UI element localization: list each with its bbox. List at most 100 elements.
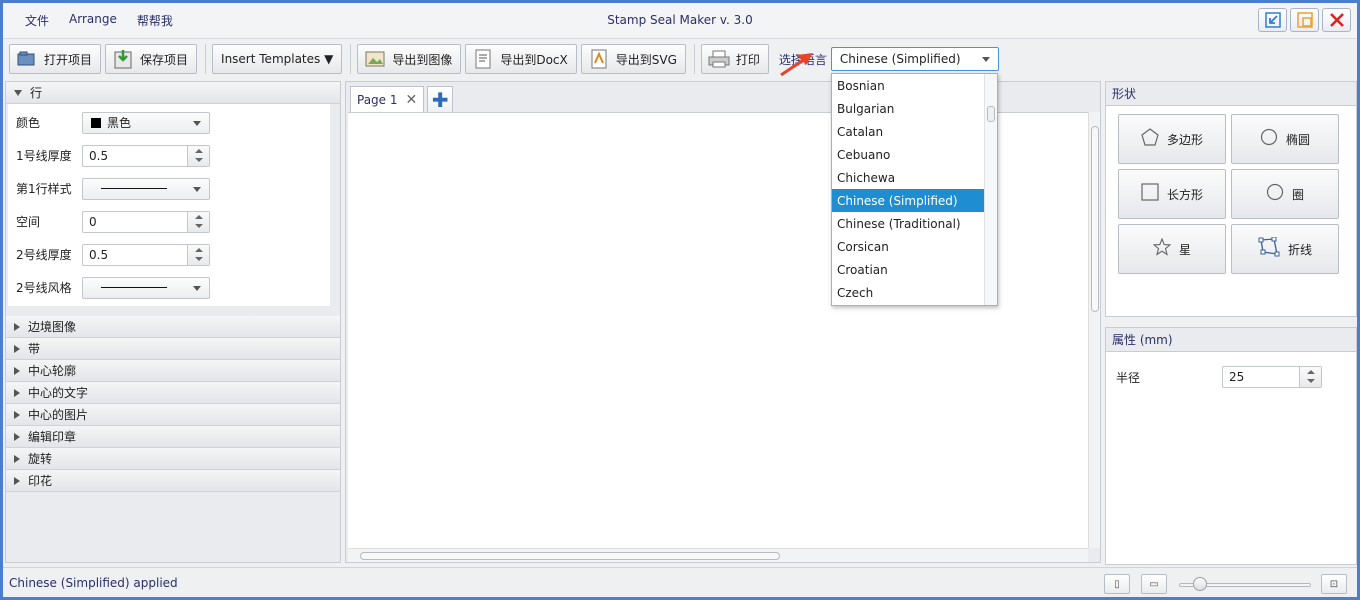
chevron-down-icon — [193, 186, 201, 192]
spinner-arrows-icon[interactable] — [1299, 367, 1321, 387]
radius-row: 半径 25 — [1116, 366, 1346, 388]
section-border-image[interactable]: 边境图像 — [6, 316, 340, 338]
space-label: 空间 — [16, 215, 41, 229]
language-option[interactable]: Czech — [832, 281, 984, 304]
print-label: 打印 — [735, 52, 760, 67]
export-docx-button[interactable]: 导出到DocX — [465, 44, 577, 74]
color-select[interactable]: 黑色 — [82, 111, 210, 134]
open-project-button[interactable]: 打开项目 — [9, 44, 102, 74]
language-option[interactable]: Cebuano — [832, 143, 984, 166]
close-tab-icon[interactable]: ✕ — [406, 92, 418, 108]
line2-style-select[interactable] — [82, 276, 210, 299]
toolbar-separator — [205, 44, 207, 74]
close-icon[interactable] — [1322, 8, 1351, 32]
expand-right-icon — [14, 454, 20, 463]
shapes-header: 形状 — [1105, 81, 1357, 105]
section-label: 中心轮廓 — [28, 364, 77, 378]
document-icon — [472, 49, 494, 69]
export-svg-label: 导出到SVG — [615, 52, 677, 67]
language-option[interactable]: Catalan — [832, 120, 984, 143]
zoom-slider-knob[interactable] — [1193, 577, 1207, 591]
status-bar: Chinese (Simplified) applied ▯ ▭ ⊡ — [3, 567, 1357, 597]
maximize-icon[interactable] — [1290, 8, 1319, 32]
chevron-down-icon — [193, 285, 201, 291]
star-button[interactable]: 星 — [1118, 224, 1226, 274]
horizontal-scrollbar[interactable] — [348, 548, 1088, 562]
line2-width-spinner[interactable]: 0.5 — [82, 243, 210, 266]
line1-style-select[interactable] — [82, 177, 210, 200]
expand-right-icon — [14, 344, 20, 353]
toolbar-separator — [350, 44, 352, 74]
section-label: 编辑印章 — [28, 430, 77, 444]
spinner-arrows-icon[interactable] — [187, 145, 209, 166]
circle-button[interactable]: 圈 — [1231, 169, 1339, 219]
space-spinner[interactable]: 0 — [82, 210, 210, 233]
section-label: 旋转 — [28, 452, 53, 466]
polygon-button[interactable]: 多边形 — [1118, 114, 1226, 164]
window-title: Stamp Seal Maker v. 3.0 — [607, 13, 753, 27]
properties-body: 半径 25 — [1105, 351, 1357, 565]
language-select[interactable]: Chinese (Simplified) — [830, 47, 999, 71]
section-center-text[interactable]: 中心的文字 — [6, 382, 340, 404]
scroll-thumb[interactable] — [1091, 126, 1099, 312]
open-project-label: 打开项目 — [44, 52, 93, 67]
rectangle-button[interactable]: 长方形 — [1118, 169, 1226, 219]
polyline-button[interactable]: 折线 — [1231, 224, 1339, 274]
title-bar: 文件 Arrange 帮帮我 Stamp Seal Maker v. 3.0 — [3, 3, 1357, 39]
language-dropdown-list: Bosnian Bulgarian Catalan Cebuano Chichewa Ch… — [831, 73, 998, 306]
fit-page-icon[interactable]: ▯ — [1104, 574, 1130, 594]
app-window: 文件 Arrange 帮帮我 Stamp Seal Maker v. 3.0 打… — [3, 3, 1357, 597]
language-option[interactable]: Corsican — [832, 235, 984, 258]
status-text: Chinese (Simplified) applied — [9, 576, 178, 590]
right-panel: 形状 多边形 椭圆 长方形 圈 星 折线 属性 (mm) 半径 25 — [1105, 81, 1357, 565]
insert-templates-button[interactable]: Insert Templates ▼ — [212, 44, 343, 74]
vertical-scrollbar[interactable] — [1088, 112, 1100, 548]
language-option[interactable]: Croatian — [832, 258, 984, 281]
export-image-button[interactable]: 导出到图像 — [357, 44, 462, 74]
tab-page-1[interactable]: Page 1 ✕ — [350, 86, 425, 112]
language-option[interactable]: Chinese (Simplified) — [832, 189, 984, 212]
spinner-arrows-icon[interactable] — [187, 244, 209, 265]
line1-width-row: 1号线厚度 0.5 — [8, 139, 330, 172]
line2-width-row: 2号线厚度 0.5 — [8, 238, 330, 271]
shapes-grid: 多边形 椭圆 长方形 圈 星 折线 — [1105, 105, 1357, 317]
plus-icon: ✚ — [431, 87, 449, 112]
export-svg-button[interactable]: 导出到SVG — [580, 44, 686, 74]
section-center-image[interactable]: 中心的图片 — [6, 404, 340, 426]
fit-width-icon[interactable]: ▭ — [1141, 574, 1167, 594]
scroll-thumb[interactable] — [360, 552, 780, 560]
line1-width-spinner[interactable]: 0.5 — [82, 144, 210, 167]
scroll-thumb[interactable] — [987, 106, 995, 122]
language-option[interactable]: Bulgarian — [832, 97, 984, 120]
section-line-label: 行 — [30, 86, 43, 100]
section-band[interactable]: 带 — [6, 338, 340, 360]
expand-right-icon — [14, 432, 20, 441]
line-style-sample — [101, 287, 167, 288]
print-button[interactable]: 打印 — [700, 44, 769, 74]
spinner-arrows-icon[interactable] — [187, 211, 209, 232]
section-edit-stamp[interactable]: 编辑印章 — [6, 426, 340, 448]
color-swatch — [91, 117, 101, 128]
save-project-button[interactable]: 保存项目 — [105, 44, 198, 74]
ellipse-button[interactable]: 椭圆 — [1231, 114, 1339, 164]
radius-spinner[interactable]: 25 — [1222, 366, 1322, 388]
export-image-label: 导出到图像 — [392, 52, 453, 67]
line1-width-value: 0.5 — [89, 148, 109, 163]
add-page-button[interactable]: ✚ — [427, 86, 454, 112]
dropdown-scrollbar[interactable] — [984, 74, 997, 305]
folder-open-icon — [16, 49, 38, 69]
expand-right-icon — [14, 476, 20, 485]
chevron-down-icon — [981, 57, 990, 62]
section-center-outline[interactable]: 中心轮廓 — [6, 360, 340, 382]
zoom-reset-icon[interactable]: ⊡ — [1321, 574, 1347, 594]
minimize-icon[interactable] — [1258, 8, 1287, 32]
section-rotate[interactable]: 旋转 — [6, 448, 340, 470]
language-option[interactable]: Chichewa — [832, 166, 984, 189]
language-option[interactable]: Chinese (Traditional) — [832, 212, 984, 235]
language-option[interactable]: Bosnian — [832, 74, 984, 97]
expand-right-icon — [14, 410, 20, 419]
section-line-header[interactable]: 行 — [6, 82, 340, 104]
radius-label: 半径 — [1116, 370, 1141, 385]
section-print[interactable]: 印花 — [6, 470, 340, 492]
expand-down-icon — [14, 89, 22, 96]
